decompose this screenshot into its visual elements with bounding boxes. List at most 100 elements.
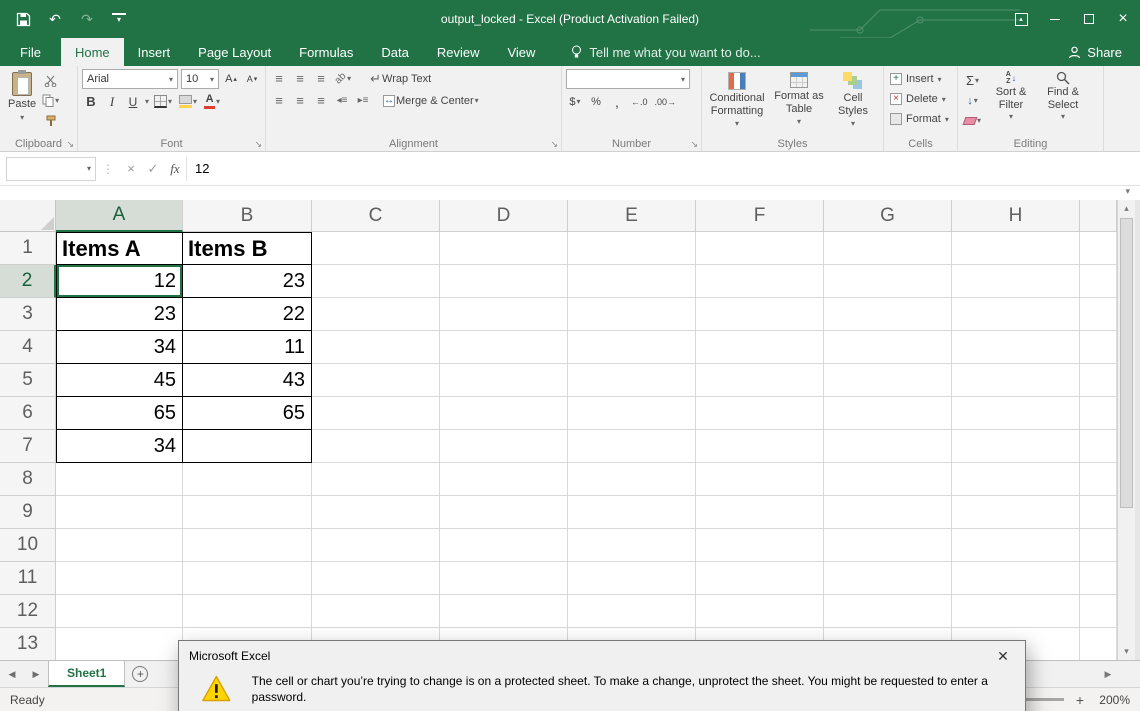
row-header-4[interactable]: 4 xyxy=(0,331,56,364)
cell-B3[interactable]: 22 xyxy=(183,298,312,331)
cell-G7[interactable] xyxy=(824,430,952,463)
fill-color-button[interactable]: ▾ xyxy=(177,92,199,111)
cell-F6[interactable] xyxy=(696,397,824,430)
cell-E11[interactable] xyxy=(568,562,696,595)
cell-F10[interactable] xyxy=(696,529,824,562)
cell-B12[interactable] xyxy=(183,595,312,628)
alignment-dialog-launcher[interactable]: ↘ xyxy=(550,140,558,149)
scroll-up-icon[interactable]: ▴ xyxy=(1118,203,1135,214)
select-all-button[interactable] xyxy=(0,200,56,232)
orientation-button[interactable]: ab▾ xyxy=(333,69,353,88)
cell-G12[interactable] xyxy=(824,595,952,628)
cell-C12[interactable] xyxy=(312,595,440,628)
cell-B7[interactable] xyxy=(183,430,312,463)
increase-indent-button[interactable]: ▸≡ xyxy=(354,91,372,110)
cell-F2[interactable] xyxy=(696,265,824,298)
cell-H9[interactable] xyxy=(952,496,1080,529)
conditional-formatting-button[interactable]: Conditional Formatting ▾ xyxy=(706,69,768,135)
name-box[interactable]: ▾ xyxy=(6,157,96,181)
cell-G2[interactable] xyxy=(824,265,952,298)
cell-C9[interactable] xyxy=(312,496,440,529)
cell-E1[interactable] xyxy=(568,232,696,265)
cell-H12[interactable] xyxy=(952,595,1080,628)
cell-F11[interactable] xyxy=(696,562,824,595)
cell-F8[interactable] xyxy=(696,463,824,496)
cell-I8[interactable] xyxy=(1080,463,1117,496)
cell-I4[interactable] xyxy=(1080,331,1117,364)
column-header-E[interactable]: E xyxy=(568,200,696,232)
formula-input[interactable]: 12 xyxy=(186,157,1140,181)
cell-A8[interactable] xyxy=(56,463,183,496)
fill-button[interactable]: ↓▾ xyxy=(962,91,983,110)
row-header-9[interactable]: 9 xyxy=(0,496,56,529)
align-left-button[interactable]: ≡ xyxy=(270,91,288,110)
row-header-6[interactable]: 6 xyxy=(0,397,56,430)
row-header-5[interactable]: 5 xyxy=(0,364,56,397)
cell-G6[interactable] xyxy=(824,397,952,430)
cell-G8[interactable] xyxy=(824,463,952,496)
tab-review[interactable]: Review xyxy=(423,38,494,66)
cell-E6[interactable] xyxy=(568,397,696,430)
cell-F5[interactable] xyxy=(696,364,824,397)
cell-C1[interactable] xyxy=(312,232,440,265)
column-header-A[interactable]: A xyxy=(56,200,183,232)
cell-I10[interactable] xyxy=(1080,529,1117,562)
cell-B6[interactable]: 65 xyxy=(183,397,312,430)
cell-B9[interactable] xyxy=(183,496,312,529)
cell-A13[interactable] xyxy=(56,628,183,660)
percent-style-button[interactable]: % xyxy=(587,92,605,111)
cell-I9[interactable] xyxy=(1080,496,1117,529)
formula-bar-divider[interactable]: ⋮ xyxy=(96,162,120,176)
cell-E3[interactable] xyxy=(568,298,696,331)
cell-F4[interactable] xyxy=(696,331,824,364)
cell-H4[interactable] xyxy=(952,331,1080,364)
cell-H10[interactable] xyxy=(952,529,1080,562)
tab-home[interactable]: Home xyxy=(61,38,124,66)
row-header-1[interactable]: 1 xyxy=(0,232,56,265)
cell-A5[interactable]: 45 xyxy=(56,364,183,397)
column-header-H[interactable]: H xyxy=(952,200,1080,232)
tab-page-layout[interactable]: Page Layout xyxy=(184,38,285,66)
column-header-G[interactable]: G xyxy=(824,200,952,232)
cell-E9[interactable] xyxy=(568,496,696,529)
formula-bar-expand-icon[interactable]: ▾ xyxy=(1125,186,1130,197)
ribbon-display-options-icon[interactable]: ▴ xyxy=(1004,0,1038,38)
comma-style-button[interactable]: , xyxy=(608,92,626,111)
cell-I5[interactable] xyxy=(1080,364,1117,397)
cell-C4[interactable] xyxy=(312,331,440,364)
cell-H2[interactable] xyxy=(952,265,1080,298)
cell-B5[interactable]: 43 xyxy=(183,364,312,397)
cell-D12[interactable] xyxy=(440,595,568,628)
scroll-down-icon[interactable]: ▾ xyxy=(1118,646,1135,657)
tell-me-box[interactable]: Tell me what you want to do... xyxy=(571,38,760,66)
cell-D7[interactable] xyxy=(440,430,568,463)
cell-E2[interactable] xyxy=(568,265,696,298)
cell-D3[interactable] xyxy=(440,298,568,331)
font-name-select[interactable]: Arial▾ xyxy=(82,69,178,89)
increase-font-size-button[interactable]: A▴ xyxy=(222,70,240,89)
merge-center-button[interactable]: ↔ Merge & Center ▾ xyxy=(381,91,481,110)
minimize-button[interactable] xyxy=(1038,0,1072,38)
cell-F12[interactable] xyxy=(696,595,824,628)
cell-C3[interactable] xyxy=(312,298,440,331)
cell-A4[interactable]: 34 xyxy=(56,331,183,364)
cell-B4[interactable]: 11 xyxy=(183,331,312,364)
cell-F9[interactable] xyxy=(696,496,824,529)
dialog-close-button[interactable]: ✕ xyxy=(981,641,1025,671)
find-select-button[interactable]: Find & Select ▾ xyxy=(1039,69,1087,135)
cell-I2[interactable] xyxy=(1080,265,1117,298)
copy-button[interactable]: ▾ xyxy=(40,91,61,110)
underline-button[interactable]: U xyxy=(124,92,142,111)
cell-D11[interactable] xyxy=(440,562,568,595)
font-dialog-launcher[interactable]: ↘ xyxy=(254,140,262,149)
customize-quick-access-icon[interactable]: ▾ xyxy=(110,10,128,28)
cell-D5[interactable] xyxy=(440,364,568,397)
column-header-F[interactable]: F xyxy=(696,200,824,232)
format-cells-button[interactable]: Format ▾ xyxy=(888,109,953,129)
column-header-partial[interactable] xyxy=(1080,200,1117,232)
dialog-title-bar[interactable]: Microsoft Excel ✕ xyxy=(179,641,1025,671)
cell-F3[interactable] xyxy=(696,298,824,331)
cell-A9[interactable] xyxy=(56,496,183,529)
cell-D1[interactable] xyxy=(440,232,568,265)
row-header-7[interactable]: 7 xyxy=(0,430,56,463)
